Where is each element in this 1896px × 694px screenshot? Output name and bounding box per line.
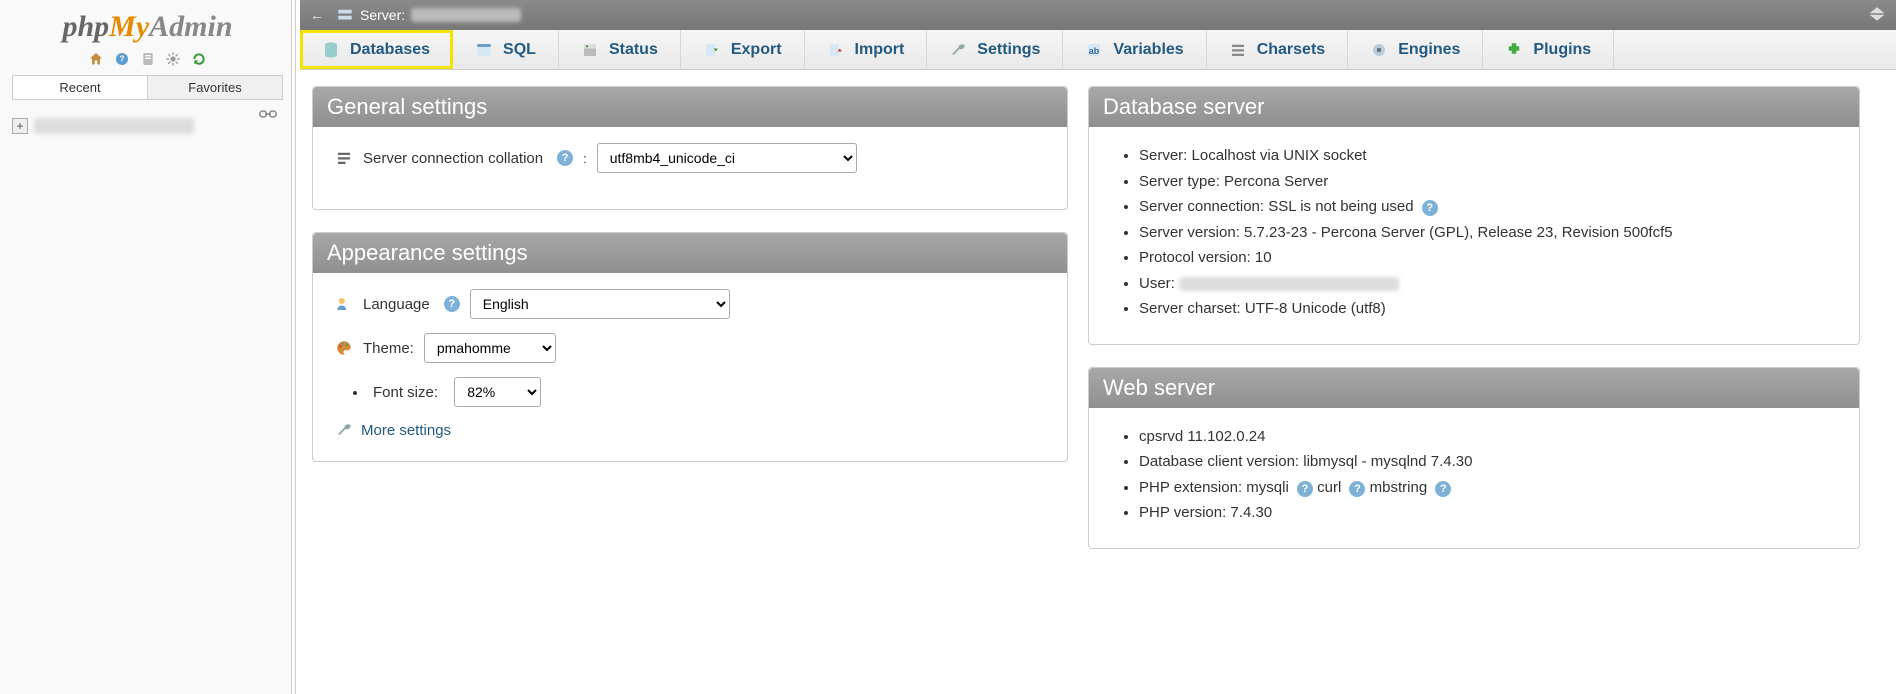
info-item: Server version: 5.7.23-23 - Percona Serv…	[1139, 220, 1837, 246]
logout-icon[interactable]: ?	[111, 50, 133, 65]
server-icon	[336, 6, 354, 24]
tab-charsets-label: Charsets	[1257, 41, 1325, 59]
collation-label: Server connection collation	[363, 150, 543, 167]
info-item: Server charset: UTF-8 Unicode (utf8)	[1139, 296, 1837, 322]
main-area: ← Server: Databases SQL Status Export Im…	[300, 0, 1896, 694]
tab-databases-label: Databases	[350, 41, 430, 59]
sidebar-resize-handle[interactable]	[291, 0, 295, 694]
back-icon[interactable]: ←	[310, 7, 324, 23]
tab-engines-label: Engines	[1398, 41, 1460, 59]
webserver-info-list: cpsrvd 11.102.0.24 Database client versi…	[1139, 424, 1837, 526]
status-icon	[581, 41, 599, 59]
panel-appearance-settings: Appearance settings Language ? English T…	[312, 232, 1068, 462]
tab-charsets[interactable]: Charsets	[1207, 30, 1348, 69]
tab-engines[interactable]: Engines	[1348, 30, 1483, 69]
theme-icon	[335, 339, 353, 357]
theme-label: Theme:	[363, 340, 414, 357]
sidebar-tab-recent[interactable]: Recent	[13, 76, 148, 99]
sql-icon	[475, 41, 493, 59]
collation-select[interactable]: utf8mb4_unicode_ci	[597, 143, 857, 173]
help-icon[interactable]: ?	[1349, 481, 1365, 497]
tab-databases[interactable]: Databases	[300, 30, 453, 69]
tab-import-label: Import	[855, 41, 905, 59]
panel-web-server: Web server cpsrvd 11.102.0.24 Database c…	[1088, 367, 1860, 549]
variables-icon: ab	[1085, 41, 1103, 59]
server-label: Server:	[360, 7, 405, 23]
tab-sql[interactable]: SQL	[453, 30, 559, 69]
info-item: Server connection: SSL is not being used…	[1139, 194, 1837, 220]
export-icon	[703, 41, 721, 59]
tab-import[interactable]: Import	[805, 30, 928, 69]
tab-plugins[interactable]: Plugins	[1483, 30, 1614, 69]
fontsize-select[interactable]: 82%	[454, 377, 541, 407]
info-item: Server type: Percona Server	[1139, 169, 1837, 195]
settings-icon[interactable]	[162, 50, 184, 65]
panel-appearance-title: Appearance settings	[313, 233, 1067, 273]
panel-webserver-title: Web server	[1089, 368, 1859, 408]
help-icon[interactable]: ?	[1435, 481, 1451, 497]
server-tabs: Databases SQL Status Export Import Setti…	[300, 30, 1896, 70]
more-settings-link[interactable]: More settings	[335, 421, 1045, 439]
svg-text:ab: ab	[1089, 45, 1100, 55]
panel-database-server: Database server Server: Localhost via UN…	[1088, 86, 1860, 345]
info-item: PHP extension: mysqli ? curl ? mbstring …	[1139, 475, 1837, 501]
charsets-icon	[1229, 41, 1247, 59]
docs-icon[interactable]	[137, 50, 159, 65]
info-item: User:	[1139, 271, 1837, 297]
help-icon[interactable]: ?	[444, 296, 460, 312]
help-icon[interactable]: ?	[557, 150, 573, 166]
language-select[interactable]: English	[470, 289, 730, 319]
info-item: Database client version: libmysql - mysq…	[1139, 449, 1837, 475]
wrench-icon	[335, 421, 353, 439]
tab-variables-label: Variables	[1113, 41, 1183, 59]
sidebar-quick-icons: ?	[0, 46, 295, 75]
database-icon	[322, 41, 340, 59]
panel-dbserver-title: Database server	[1089, 87, 1859, 127]
tab-export-label: Export	[731, 41, 782, 59]
language-label: Language	[363, 296, 430, 313]
tab-settings[interactable]: Settings	[927, 30, 1063, 69]
tab-export[interactable]: Export	[681, 30, 805, 69]
database-tree: +	[12, 118, 285, 134]
tab-status[interactable]: Status	[559, 30, 681, 69]
phpmyadmin-logo: phpMyAdmin	[0, 0, 295, 46]
help-icon[interactable]: ?	[1297, 481, 1313, 497]
plugin-icon	[1505, 41, 1523, 59]
dbserver-info-list: Server: Localhost via UNIX socket Server…	[1139, 143, 1837, 322]
info-item: PHP version: 7.4.30	[1139, 500, 1837, 526]
info-item: Protocol version: 10	[1139, 245, 1837, 271]
home-icon[interactable]	[85, 50, 107, 65]
engines-icon	[1370, 41, 1388, 59]
link-icon[interactable]	[259, 108, 277, 123]
panel-general-settings: General settings Server connection colla…	[312, 86, 1068, 210]
tab-sql-label: SQL	[503, 41, 536, 59]
collapse-icon[interactable]	[1868, 7, 1886, 24]
language-icon	[335, 295, 353, 313]
theme-select[interactable]: pmahomme	[424, 333, 556, 363]
svg-text:?: ?	[119, 54, 124, 63]
import-icon	[827, 41, 845, 59]
wrench-icon	[949, 41, 967, 59]
info-item: cpsrvd 11.102.0.24	[1139, 424, 1837, 450]
tab-variables[interactable]: ab Variables	[1063, 30, 1206, 69]
fontsize-label: Font size:	[373, 384, 438, 401]
info-item: Server: Localhost via UNIX socket	[1139, 143, 1837, 169]
server-name	[411, 8, 521, 22]
tab-plugins-label: Plugins	[1533, 41, 1591, 59]
reload-icon[interactable]	[188, 50, 210, 65]
tab-status-label: Status	[609, 41, 658, 59]
more-settings-label: More settings	[361, 422, 451, 439]
sidebar-tab-favorites[interactable]: Favorites	[148, 76, 282, 99]
collation-icon	[335, 149, 353, 167]
database-node[interactable]	[34, 118, 194, 134]
panel-general-title: General settings	[313, 87, 1067, 127]
help-icon[interactable]: ?	[1422, 200, 1438, 216]
server-breadcrumb: ← Server:	[300, 0, 1896, 30]
expand-icon[interactable]: +	[12, 118, 28, 134]
navigation-sidebar: phpMyAdmin ? Recent Favorites +	[0, 0, 296, 694]
tab-settings-label: Settings	[977, 41, 1040, 59]
